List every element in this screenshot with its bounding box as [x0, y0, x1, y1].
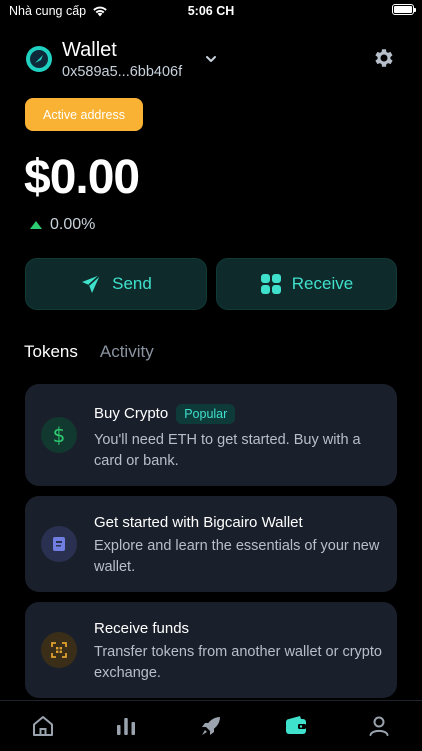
tab-tokens[interactable]: Tokens — [24, 342, 78, 366]
profile-icon[interactable] — [367, 714, 391, 738]
balance-change-value: 0.00% — [50, 216, 96, 233]
wallet-address: 0x589a5...6bb406f — [62, 64, 183, 80]
get-started-card[interactable]: Get started with Bigcairo Wallet Explore… — [25, 496, 397, 592]
bottom-nav — [0, 700, 422, 751]
gear-icon[interactable] — [372, 46, 396, 70]
card-description: Transfer tokens from another wallet or c… — [94, 644, 382, 681]
wallet-icon[interactable] — [284, 714, 308, 738]
wallet-name: Wallet — [62, 39, 117, 61]
dollar-icon: $ — [41, 417, 77, 453]
card-description: Explore and learn the essentials of your… — [94, 538, 380, 575]
receive-label: Receive — [291, 274, 354, 293]
send-label: Send — [112, 274, 152, 293]
status-bar: Nhà cung cấp 5:06 CH — [0, 0, 422, 24]
get-started-title: Get started with Bigcairo Wallet — [94, 514, 303, 531]
chart-icon[interactable] — [114, 714, 138, 738]
home-icon[interactable] — [31, 714, 55, 738]
send-button[interactable]: Send — [25, 258, 207, 310]
clock: 5:06 CH — [187, 4, 235, 18]
chevron-down-icon[interactable] — [204, 52, 218, 66]
tab-activity[interactable]: Activity — [100, 342, 154, 366]
card-description: You'll need ETH to get started. Buy with… — [94, 432, 361, 469]
triangle-up-icon — [30, 221, 42, 229]
battery-icon — [392, 4, 416, 15]
balance-change: 0.00% — [30, 216, 95, 234]
book-icon — [41, 526, 77, 562]
wallet-header[interactable]: Wallet 0x589a5...6bb406f — [24, 36, 398, 86]
grid-icon — [260, 274, 281, 294]
receive-button[interactable]: Receive — [216, 258, 397, 310]
buy-crypto-title: Buy Crypto — [94, 404, 169, 422]
wallet-logo-icon — [26, 46, 52, 72]
qr-scan-icon — [41, 632, 77, 668]
receive-funds-title: Receive funds — [94, 620, 190, 637]
receive-funds-card[interactable]: Receive funds Transfer tokens from anoth… — [25, 602, 397, 698]
buy-crypto-card[interactable]: $ Buy Crypto Popular You'll need ETH to g… — [25, 384, 397, 486]
active-address-badge: Active address — [25, 98, 143, 131]
rocket-icon[interactable] — [199, 714, 223, 738]
send-icon — [82, 274, 101, 293]
popular-badge: Popular — [176, 404, 236, 424]
card-title: Buy Crypto Popular — [94, 404, 236, 424]
balance-amount: $0.00 — [24, 151, 140, 204]
tabs: Tokens Activity — [24, 342, 154, 366]
